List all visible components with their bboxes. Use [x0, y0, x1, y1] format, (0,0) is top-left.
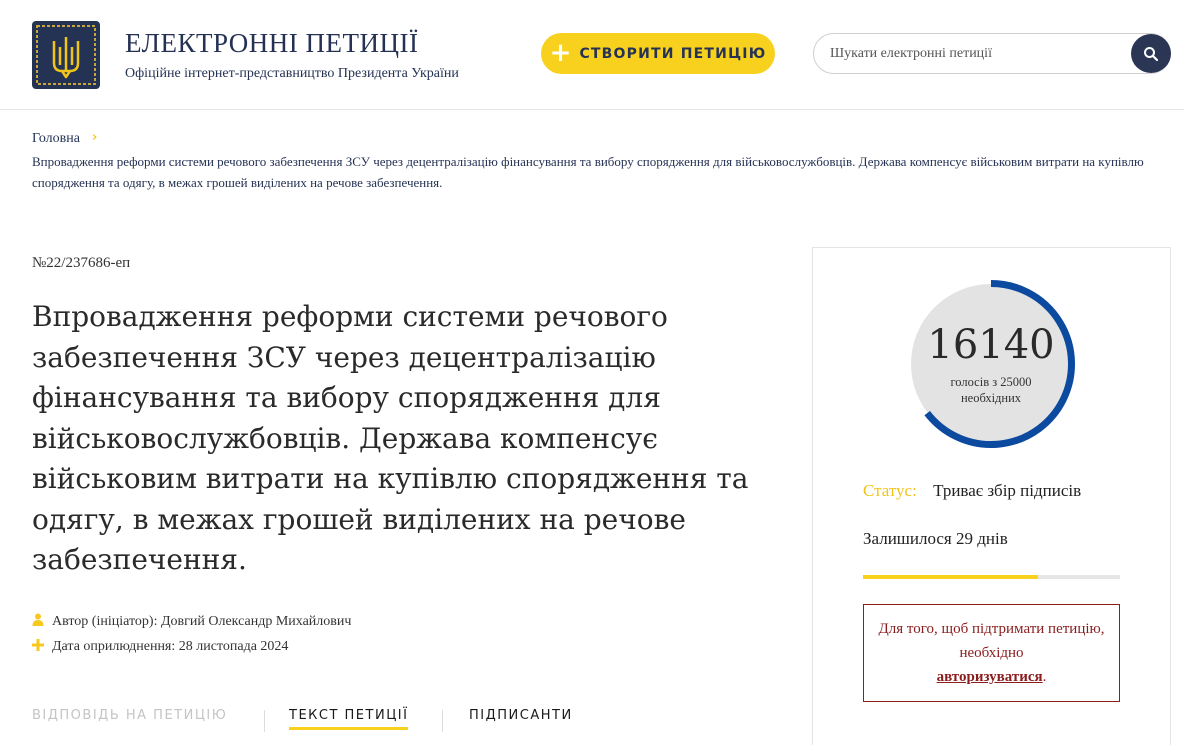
petition-date: Дата оприлюднення: 28 листопада 2024 [32, 639, 288, 655]
tab-divider [264, 710, 265, 732]
site-subtitle: Офіційне інтернет-представництво Президе… [125, 66, 459, 81]
create-petition-label: СТВОРИТИ ПЕТИЦІЮ [579, 45, 767, 62]
time-progress-bar [863, 575, 1120, 579]
site-title[interactable]: ЕЛЕКТРОННІ ПЕТИЦІЇ [125, 28, 419, 59]
tab-divider [442, 710, 443, 732]
status-label: Статус: [863, 481, 917, 500]
login-link[interactable]: авторизуватися [937, 669, 1043, 685]
breadcrumb-current: Впровадження реформи системи речового за… [32, 154, 1144, 190]
votes-count: 16140 [927, 322, 1055, 368]
search-box [813, 33, 1171, 74]
status-row: Статус: Триває збір підписів [863, 481, 1081, 501]
trident-emblem-icon[interactable] [32, 21, 100, 89]
auth-notice: Для того, щоб підтримати петицію, необхі… [863, 604, 1120, 702]
search-input[interactable] [830, 44, 1120, 64]
plus-icon [32, 639, 44, 655]
search-icon [1144, 46, 1159, 61]
auth-notice-end: . [1042, 669, 1047, 685]
breadcrumb-home-link[interactable]: Головна [32, 131, 80, 147]
days-remaining: Залишилося 29 днів [863, 529, 1008, 548]
date-text: Дата оприлюднення: 28 листопада 2024 [52, 639, 289, 654]
auth-notice-text: Для того, щоб підтримати петицію, необхі… [878, 621, 1105, 661]
petition-title: Впровадження реформи системи речового за… [32, 300, 749, 576]
plus-icon: + [549, 37, 572, 68]
user-icon [32, 613, 44, 630]
petition-author: Автор (ініціатор): Довгий Олександр Миха… [32, 613, 351, 630]
petition-number: №22/237686-еп [32, 255, 131, 271]
tab-petition-text[interactable]: ТЕКСТ ПЕТИЦІЇ [289, 708, 409, 730]
tab-answer[interactable]: ВІДПОВІДЬ НА ПЕТИЦІЮ [32, 708, 227, 723]
votes-gauge: 16140 голосів з 25000 необхідних [905, 278, 1077, 450]
petition-status-panel: 16140 голосів з 25000 необхідних Статус:… [812, 247, 1171, 745]
tab-signers[interactable]: ПІДПИСАНТИ [469, 708, 573, 723]
create-petition-button[interactable]: + СТВОРИТИ ПЕТИЦІЮ [541, 33, 775, 74]
chevron-right-icon: › [92, 130, 98, 145]
time-progress-fill [863, 575, 1038, 579]
status-value: Триває збір підписів [933, 481, 1082, 500]
author-text: Автор (ініціатор): Довгий Олександр Миха… [52, 613, 352, 629]
search-button[interactable] [1131, 34, 1171, 73]
site-header: ЕЛЕКТРОННІ ПЕТИЦІЇ Офіційне інтернет-пре… [0, 0, 1184, 110]
votes-caption: голосів з 25000 необхідних [950, 375, 1032, 405]
